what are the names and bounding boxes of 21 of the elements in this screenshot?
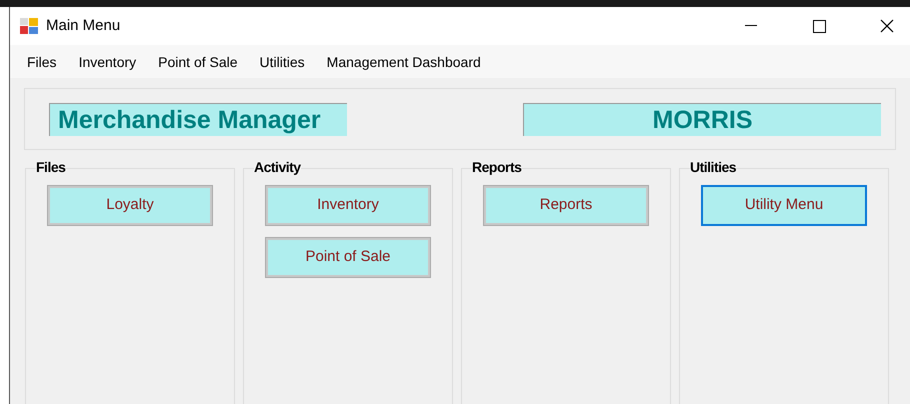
menu-button[interactable]: Point of Sale [265,237,431,278]
menu-button[interactable]: Reports [483,185,649,226]
group-title: Reports [472,159,522,175]
menu-button[interactable]: Utility Menu [701,185,867,226]
close-icon[interactable] [880,19,894,33]
maximize-icon[interactable] [813,20,826,32]
menu-button[interactable]: Loyalty [47,185,213,226]
menu-item[interactable]: Files [18,52,66,72]
menu-item[interactable]: Inventory [70,52,146,72]
group-title: Files [36,159,66,175]
menu-button[interactable]: Inventory [265,185,431,226]
user-name-label: MORRIS [523,102,881,136]
group-title: Utilities [690,159,736,175]
window-title: Main Menu [46,16,120,36]
minimize-icon[interactable] [745,25,757,27]
group-title: Activity [254,159,301,175]
menu-item[interactable]: Management Dashboard [318,52,490,72]
menu-item[interactable]: Utilities [250,52,314,72]
menu-item[interactable]: Point of Sale [149,52,247,72]
app-name-label: Merchandise Manager [49,102,347,136]
app-icon [20,18,38,34]
